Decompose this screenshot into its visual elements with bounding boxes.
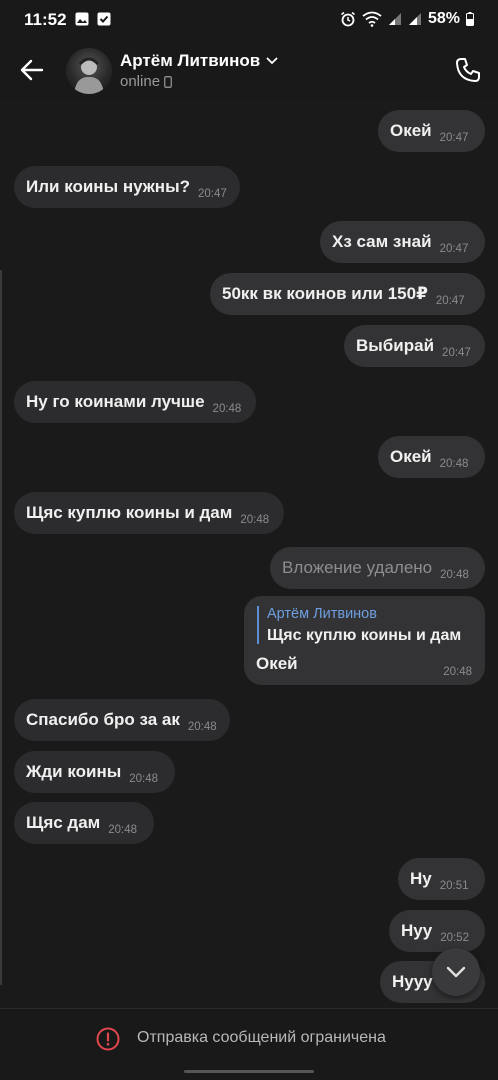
message-time: 20:47 xyxy=(439,132,469,144)
system-nav-bar xyxy=(0,1068,498,1080)
mobile-device-icon xyxy=(164,75,172,88)
check-box-icon xyxy=(97,12,111,26)
message-time: 20:47 xyxy=(439,243,469,255)
message-time: 20:48 xyxy=(440,569,469,581)
status-bar: 11:52 58% xyxy=(0,0,498,40)
message-text: Ну xyxy=(410,869,432,888)
message-bubble-incoming[interactable]: Ну го коинами лучше 20:48 xyxy=(14,381,256,423)
message-bubble-incoming[interactable]: Щяс дам 20:48 xyxy=(14,802,154,844)
message-time: 20:48 xyxy=(240,514,270,526)
message-bubble-deleted-attachment[interactable]: Вложение удалено 20:48 xyxy=(270,547,485,589)
message-bubble-incoming[interactable]: Спасибо бро за ак 20:48 xyxy=(14,699,230,741)
message-text: Окей xyxy=(256,654,298,673)
message-text: Окей xyxy=(390,447,432,466)
message-time: 20:48 xyxy=(443,666,472,678)
chat-header: Артём Литвинов online xyxy=(0,40,498,100)
restricted-banner: Отправка сообщений ограничена xyxy=(0,1008,498,1068)
message-bubble-outgoing[interactable]: Ну 20:51 xyxy=(398,858,485,900)
wifi-icon xyxy=(362,11,382,27)
message-time: 20:52 xyxy=(440,932,469,944)
warning-icon xyxy=(96,1027,120,1051)
online-status-text: online xyxy=(120,73,161,90)
message-bubble-incoming[interactable]: Жди коины 20:48 xyxy=(14,751,175,793)
message-bubble-outgoing[interactable]: Нуу 20:52 xyxy=(389,910,485,952)
message-bubble-outgoing[interactable]: Выбирай 20:47 xyxy=(344,325,485,367)
battery-percent: 58% xyxy=(427,10,460,27)
message-time: 20:51 xyxy=(439,880,469,892)
quoted-text: Щяс куплю коины и дам xyxy=(267,627,462,644)
alarm-icon xyxy=(340,11,355,27)
message-bubble-incoming[interactable]: Щяс куплю коины и дам 20:48 xyxy=(14,492,284,534)
message-text: Вложение удалено xyxy=(282,558,433,577)
message-bubble-outgoing[interactable]: Окей 20:47 xyxy=(378,110,485,152)
image-icon xyxy=(75,12,89,26)
scroll-to-bottom-button[interactable] xyxy=(432,948,480,996)
message-text: Или коины нужны? xyxy=(26,177,190,196)
battery-icon xyxy=(466,12,474,26)
contact-name[interactable]: Артём Литвинов xyxy=(120,51,278,71)
quoted-author[interactable]: Артём Литвинов xyxy=(267,606,377,622)
scroll-track xyxy=(0,270,2,985)
message-text: 50кк вк коинов или 150₽ xyxy=(222,284,428,303)
message-bubble-outgoing[interactable]: Хз сам знай 20:47 xyxy=(320,221,485,263)
message-bubble-outgoing[interactable]: Окей 20:48 xyxy=(378,436,485,478)
message-bubble-outgoing[interactable]: 50кк вк коинов или 150₽ 20:47 xyxy=(210,273,485,315)
chevron-down-icon xyxy=(266,57,278,65)
message-text: Нуу xyxy=(401,921,433,940)
message-text: Жди коины xyxy=(26,762,122,781)
signal-icon xyxy=(388,13,401,25)
chevron-down-icon xyxy=(446,966,466,978)
message-bubble-incoming[interactable]: Или коины нужны? 20:47 xyxy=(14,166,240,208)
message-text: Нууу xyxy=(392,972,433,991)
message-time: 20:47 xyxy=(197,188,227,200)
message-text: Щяс куплю коины и дам xyxy=(26,503,233,522)
avatar-image xyxy=(74,57,104,94)
message-time: 20:48 xyxy=(129,773,159,785)
signal-icon xyxy=(408,13,421,25)
message-text: Выбирай xyxy=(356,336,435,355)
message-time: 20:48 xyxy=(439,458,469,470)
message-text: Окей xyxy=(390,121,432,140)
avatar[interactable] xyxy=(66,48,112,94)
message-time: 20:47 xyxy=(435,295,465,307)
message-time: 20:48 xyxy=(187,721,217,733)
back-arrow-icon[interactable] xyxy=(18,56,46,84)
phone-call-icon[interactable] xyxy=(454,56,482,84)
message-text: Спасибо бро за ак xyxy=(26,710,180,729)
message-time: 20:48 xyxy=(108,824,138,836)
message-time: 20:48 xyxy=(212,403,242,415)
message-text: Хз сам знай xyxy=(332,232,432,251)
status-time: 11:52 xyxy=(24,10,67,29)
message-text: Ну го коинами лучше xyxy=(26,392,205,411)
restricted-text: Отправка сообщений ограничена xyxy=(137,1029,386,1046)
quote-bar xyxy=(257,606,259,644)
message-text: Щяс дам xyxy=(26,813,101,832)
message-time: 20:47 xyxy=(442,347,471,359)
home-indicator[interactable] xyxy=(184,1070,314,1073)
message-bubble-reply[interactable]: Артём Литвинов Щяс куплю коины и дам Оке… xyxy=(244,596,485,685)
contact-status: online xyxy=(120,73,172,90)
contact-name-text: Артём Литвинов xyxy=(120,51,261,70)
